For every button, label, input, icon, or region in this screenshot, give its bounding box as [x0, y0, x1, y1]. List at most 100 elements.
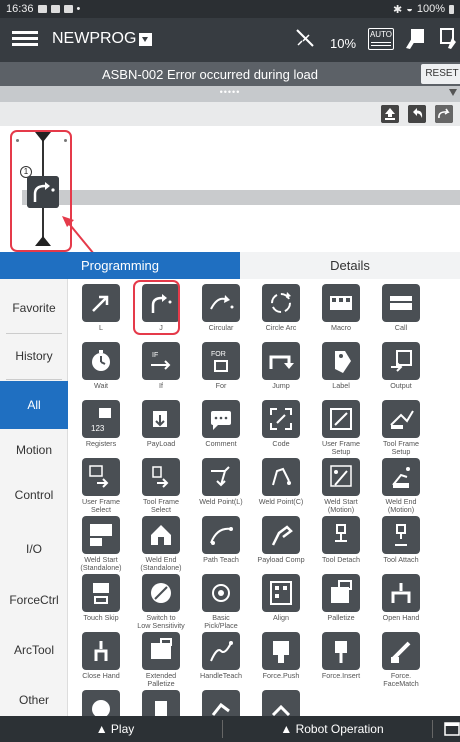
- command-force-facematch[interactable]: Force. FaceMatch: [371, 627, 431, 688]
- command-handle-teach[interactable]: HandleTeach: [191, 627, 251, 687]
- sidebar-item-history[interactable]: History: [0, 333, 68, 379]
- command-tool-attach[interactable]: Tool Attach: [371, 511, 431, 571]
- command-call[interactable]: Call: [371, 279, 431, 339]
- weld-end-standalone-command-icon: [142, 516, 180, 554]
- command-close-hand[interactable]: Close Hand: [71, 627, 131, 687]
- circular-command-icon: [202, 284, 240, 322]
- command-payload[interactable]: PayLoad: [131, 395, 191, 455]
- handle-teach-command-icon: [202, 632, 240, 670]
- basic-pick-place-command-icon: [202, 574, 240, 612]
- command-output[interactable]: Output: [371, 337, 431, 397]
- command-weld-end-motion[interactable]: Weld End (Motion): [371, 453, 431, 514]
- sidebar-item-favorite[interactable]: Favorite: [0, 283, 68, 333]
- sidebar-item-all[interactable]: All: [0, 381, 68, 429]
- command-basic-pick-place[interactable]: Basic Pick/Place: [191, 569, 251, 630]
- collapse-triangle-icon[interactable]: [449, 89, 457, 96]
- svg-text:IF: IF: [152, 352, 158, 359]
- command-force-push[interactable]: Force.Push: [251, 627, 311, 687]
- program-selector[interactable]: NEWPROG: [52, 30, 153, 48]
- command-open-hand[interactable]: Open Hand: [371, 569, 431, 629]
- command-extra-4[interactable]: [251, 685, 311, 716]
- override-speed[interactable]: 10%: [330, 36, 356, 51]
- command-circular[interactable]: Circular: [191, 279, 251, 339]
- command-extra-2[interactable]: [131, 685, 191, 716]
- command-label: For: [215, 381, 227, 390]
- command-align[interactable]: Align: [251, 569, 311, 629]
- auto-mode-label: AUTO: [369, 30, 393, 39]
- upload-icon[interactable]: [381, 105, 399, 123]
- svg-text:FOR: FOR: [211, 351, 226, 358]
- payload-command-icon: [142, 400, 180, 438]
- command-label[interactable]: Label: [311, 337, 371, 397]
- command-label: Wait: [93, 381, 109, 390]
- l-command-icon: [82, 284, 120, 322]
- command-label: Force.Insert: [321, 671, 361, 680]
- jump-command-icon: [262, 342, 300, 380]
- sidebar-item-motion[interactable]: Motion: [0, 429, 68, 471]
- command-weld-point-l[interactable]: Weld Point(L): [191, 453, 251, 513]
- reset-button[interactable]: RESET: [421, 64, 460, 84]
- window-icon[interactable]: [444, 721, 460, 737]
- bottom-bar: ▲ Play ▲ Robot Operation: [0, 716, 460, 742]
- teach-pendant-icon[interactable]: [404, 28, 426, 50]
- command-macro[interactable]: Macro: [311, 279, 371, 339]
- command-switch-low-sensitivity[interactable]: Switch to Low Sensitivity: [131, 569, 191, 630]
- sidebar-item-io[interactable]: I/O: [0, 524, 68, 574]
- play-button[interactable]: ▲ Play: [0, 716, 230, 742]
- program-line-highlight: [22, 190, 460, 205]
- command-comment[interactable]: Comment: [191, 395, 251, 455]
- redo-icon[interactable]: [435, 105, 453, 123]
- command-weld-start-standalone[interactable]: Weld Start (Standalone): [71, 511, 131, 572]
- command-palletize[interactable]: Palletize: [311, 569, 371, 629]
- panel-grab-handle[interactable]: •••••: [0, 86, 460, 102]
- auto-mode-badge[interactable]: AUTO: [368, 28, 394, 50]
- command-tool-frame-setup[interactable]: Tool Frame Setup: [371, 395, 431, 456]
- payload-comp-command-icon: [262, 516, 300, 554]
- pendant-enable-icon[interactable]: [438, 28, 460, 50]
- weld-start-standalone-command-icon: [82, 516, 120, 554]
- command-circle-arc[interactable]: Circle Arc: [251, 279, 311, 339]
- menu-icon[interactable]: [12, 28, 38, 52]
- sidebar-item-control[interactable]: Control: [0, 471, 68, 519]
- command-label: Code: [272, 439, 290, 448]
- output-command-icon: [382, 342, 420, 380]
- program-name: NEWPROG: [52, 30, 137, 47]
- command-label: Tool Detach: [322, 555, 360, 564]
- command-label: Tool Attach: [383, 555, 419, 564]
- command-user-frame-select[interactable]: User Frame Select: [71, 453, 131, 514]
- command-jump[interactable]: Jump: [251, 337, 311, 397]
- tab-details[interactable]: Details: [240, 252, 460, 279]
- command-force-insert[interactable]: Force.Insert: [311, 627, 371, 687]
- undo-icon[interactable]: [408, 105, 426, 123]
- command-l[interactable]: L: [71, 279, 131, 339]
- command-extended-palletize[interactable]: Extended Palletize: [131, 627, 191, 688]
- override-speed-icon[interactable]: [294, 27, 316, 49]
- command-extra-1[interactable]: [71, 685, 131, 716]
- command-label: Align: [273, 613, 289, 622]
- command-wait[interactable]: Wait: [71, 337, 131, 397]
- command-weld-point-c[interactable]: Weld Point(C): [251, 453, 311, 513]
- tab-programming[interactable]: Programming: [0, 252, 240, 279]
- command-code[interactable]: Code: [251, 395, 311, 455]
- command-label: Weld Point(C): [258, 497, 304, 506]
- command-weld-end-standalone[interactable]: Weld End (Standalone): [131, 511, 191, 572]
- align-command-icon: [262, 574, 300, 612]
- command-weld-start-motion[interactable]: Weld Start (Motion): [311, 453, 371, 514]
- command-label: Close Hand: [82, 671, 120, 680]
- extended-palletize-command-icon: [142, 632, 180, 670]
- command-tool-frame-select[interactable]: Tool Frame Select: [131, 453, 191, 514]
- command-tool-detach[interactable]: Tool Detach: [311, 511, 371, 571]
- command-label: Touch Skip: [83, 613, 119, 622]
- command-for[interactable]: FOR For: [191, 337, 251, 397]
- sidebar-item-arctool[interactable]: ArcTool: [0, 625, 68, 675]
- circle-arc-command-icon: [262, 284, 300, 322]
- command-extra-3[interactable]: [191, 685, 251, 716]
- command-path-teach[interactable]: Path Teach: [191, 511, 251, 571]
- command-if[interactable]: IF If: [131, 337, 191, 397]
- command-payload-comp[interactable]: Payload Comp: [251, 511, 311, 571]
- robot-operation-button[interactable]: ▲ Robot Operation: [232, 716, 432, 742]
- sidebar-item-forcectrl[interactable]: ForceCtrl: [0, 575, 68, 625]
- command-registers[interactable]: 123 Registers: [71, 395, 131, 455]
- command-touch-skip[interactable]: Touch Skip: [71, 569, 131, 629]
- command-user-frame-setup[interactable]: User Frame Setup: [311, 395, 371, 456]
